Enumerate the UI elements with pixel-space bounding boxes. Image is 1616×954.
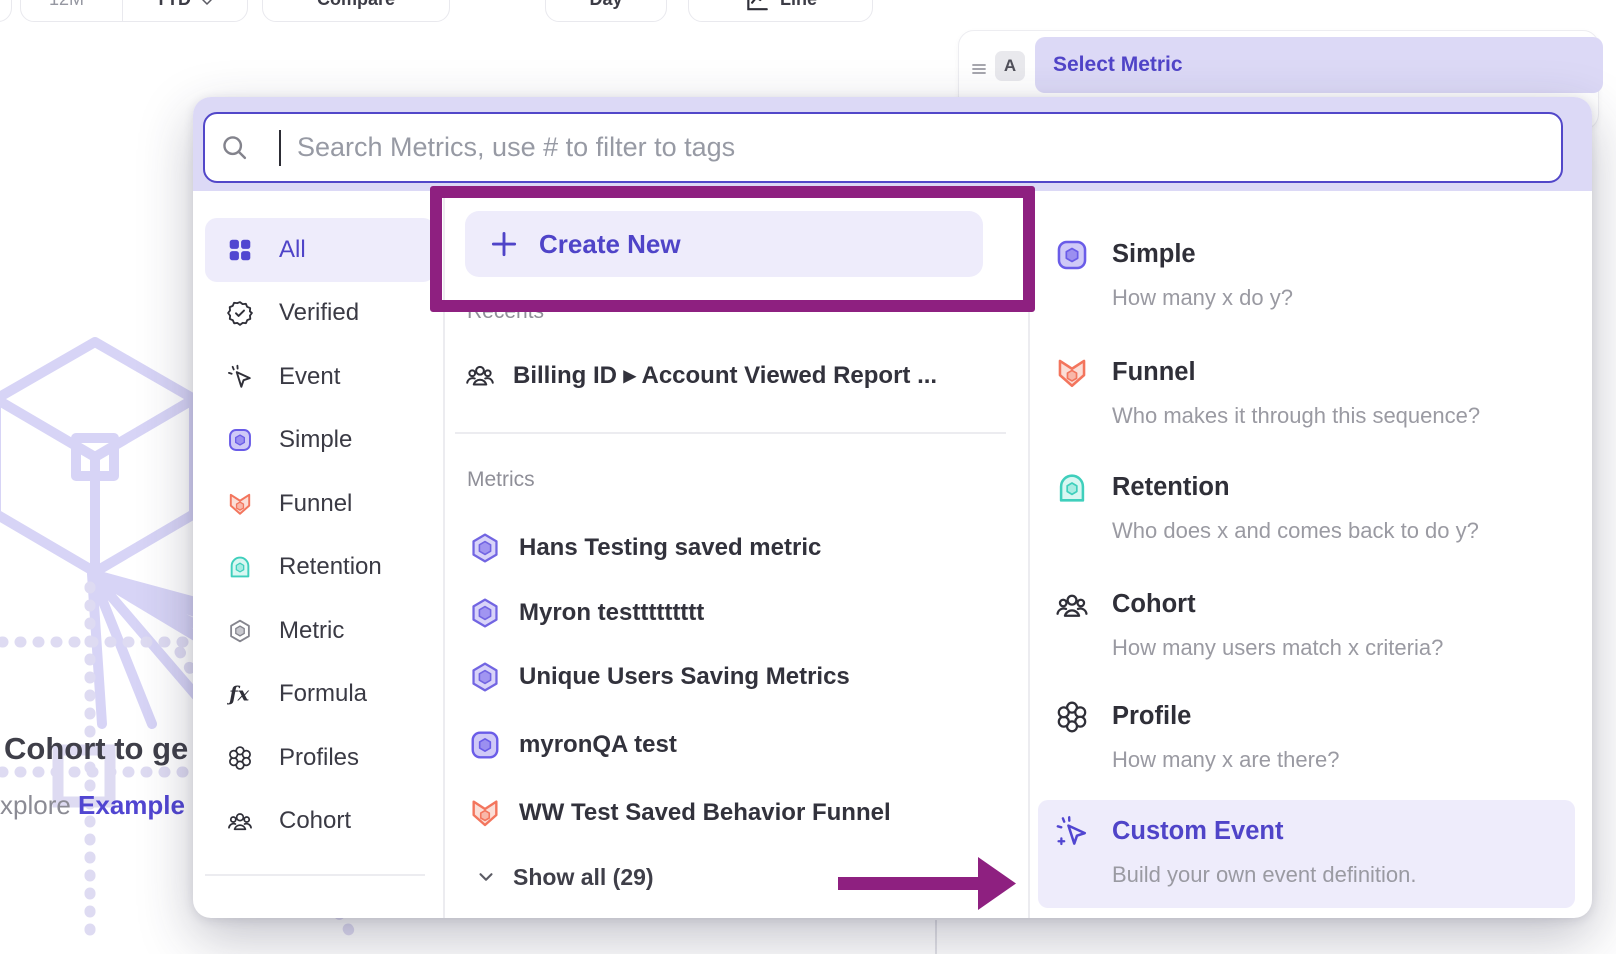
type-profile[interactable]: Profile bbox=[1112, 702, 1191, 731]
chevron-down-icon bbox=[199, 0, 215, 10]
sidebar-item-funnel[interactable]: Funnel bbox=[205, 472, 435, 536]
page-column-divider bbox=[935, 920, 937, 954]
page: Cohort to ge xplore Example R 12M YTD Co… bbox=[0, 0, 1616, 954]
metric-list-item[interactable]: Unique Users Saving Metrics bbox=[469, 657, 850, 697]
chart-type-label: Line bbox=[780, 0, 817, 10]
simple-icon bbox=[469, 729, 501, 761]
sidebar-item-label: Formula bbox=[279, 680, 367, 708]
type-funnel[interactable]: Funnel bbox=[1112, 358, 1196, 387]
series-letter-chip: A bbox=[995, 51, 1025, 81]
range-ytd-label: YTD bbox=[155, 0, 191, 10]
sidebar-item-label: Profiles bbox=[279, 744, 359, 772]
empty-state-explore-line: xplore Example R bbox=[0, 790, 193, 821]
sidebar-item-label: Verified bbox=[279, 299, 359, 327]
funnel-icon bbox=[469, 797, 501, 829]
type-simple-desc: How many x do y? bbox=[1112, 285, 1293, 311]
metric-item-label: WW Test Saved Behavior Funnel bbox=[519, 799, 891, 827]
type-profile-desc: How many x are there? bbox=[1112, 747, 1339, 773]
chart-type-line-button[interactable]: Line bbox=[688, 0, 873, 22]
recent-item-label: Billing ID ▸ Account Viewed Report ... bbox=[513, 361, 937, 390]
profiles-icon bbox=[227, 745, 253, 771]
type-retention-desc: Who does x and comes back to do y? bbox=[1112, 518, 1479, 544]
saved-metric-icon bbox=[469, 532, 501, 564]
sidebar-item-profiles[interactable]: Profiles bbox=[205, 726, 435, 790]
show-all-label: Show all (29) bbox=[513, 864, 654, 891]
metric-item-label: myronQA test bbox=[519, 731, 677, 759]
sidebar-item-all[interactable]: All bbox=[205, 218, 435, 282]
event-icon bbox=[227, 364, 253, 390]
sidebar-item-formula[interactable]: Formula bbox=[205, 663, 435, 727]
annotation-highlight-box bbox=[430, 186, 1035, 312]
sidebar-item-label: Retention bbox=[279, 553, 382, 581]
profiles-icon bbox=[1055, 700, 1089, 734]
funnel-icon bbox=[227, 491, 253, 517]
sidebar-item-label: Event bbox=[279, 363, 340, 391]
search-icon bbox=[220, 133, 249, 162]
type-simple[interactable]: Simple bbox=[1112, 240, 1196, 269]
toolbar-fragment-button[interactable] bbox=[0, 0, 12, 22]
search-input[interactable] bbox=[203, 112, 1563, 183]
explore-prefix-text: xplore bbox=[0, 790, 78, 820]
retention-icon bbox=[227, 554, 253, 580]
type-retention[interactable]: Retention bbox=[1112, 473, 1230, 502]
text-caret bbox=[279, 130, 281, 166]
simple-icon bbox=[227, 427, 253, 453]
type-custom-event[interactable]: Custom Event bbox=[1112, 817, 1283, 846]
sidebar-item-label: Metric bbox=[279, 617, 344, 645]
show-all-toggle[interactable]: Show all (29) bbox=[475, 859, 654, 895]
recent-metric-item[interactable]: Billing ID ▸ Account Viewed Report ... bbox=[465, 355, 937, 395]
sidebar-item-simple[interactable]: Simple bbox=[205, 409, 435, 473]
sidebar-item-retention[interactable]: Retention bbox=[205, 536, 435, 600]
sidebar-item-label: Funnel bbox=[279, 490, 352, 518]
metric-item-label: Myron testtttttttt bbox=[519, 599, 704, 627]
metrics-section-header: Metrics bbox=[467, 468, 535, 492]
cohort-icon bbox=[465, 360, 495, 390]
select-metric-chip[interactable]: Select Metric bbox=[1035, 37, 1603, 93]
recents-divider bbox=[455, 432, 1006, 434]
metric-item-label: Unique Users Saving Metrics bbox=[519, 663, 850, 691]
cohort-icon bbox=[1055, 588, 1089, 622]
sidebar-item-verified[interactable]: Verified bbox=[205, 282, 435, 346]
cohort-icon bbox=[227, 808, 253, 834]
type-cohort[interactable]: Cohort bbox=[1112, 590, 1196, 619]
type-custom-event-desc: Build your own event definition. bbox=[1112, 862, 1417, 888]
drag-handle-icon[interactable] bbox=[967, 57, 991, 81]
range-ytd-button[interactable]: YTD bbox=[122, 0, 247, 21]
annotation-arrow bbox=[838, 855, 1018, 913]
metric-list-item[interactable]: Hans Testing saved metric bbox=[469, 528, 821, 568]
sidebar-item-clipped[interactable] bbox=[205, 900, 435, 918]
type-cohort-desc: How many users match x criteria? bbox=[1112, 635, 1443, 661]
sidebar-item-label: All bbox=[279, 236, 306, 264]
simple-icon bbox=[1055, 238, 1089, 272]
saved-metric-icon bbox=[469, 661, 501, 693]
line-chart-icon bbox=[744, 0, 770, 13]
sidebar-bottom-divider bbox=[205, 874, 425, 876]
date-range-segmented-control: 12M YTD bbox=[20, 0, 248, 22]
custom-event-icon bbox=[1055, 815, 1089, 849]
sidebar-item-label: Simple bbox=[279, 426, 352, 454]
grid-icon bbox=[227, 237, 253, 263]
retention-icon bbox=[1055, 471, 1089, 505]
funnel-icon bbox=[1055, 356, 1089, 390]
granularity-day-button[interactable]: Day bbox=[545, 0, 667, 22]
metric-list-item[interactable]: myronQA test bbox=[469, 725, 677, 765]
example-reports-link[interactable]: Example R bbox=[78, 790, 193, 820]
metric-item-label: Hans Testing saved metric bbox=[519, 534, 821, 562]
compare-button[interactable]: Compare bbox=[262, 0, 450, 22]
sidebar-item-cohort[interactable]: Cohort bbox=[205, 790, 435, 854]
range-12m-button[interactable]: 12M bbox=[21, 0, 112, 21]
metric-icon bbox=[227, 618, 253, 644]
saved-metric-icon bbox=[469, 597, 501, 629]
verified-icon bbox=[227, 300, 253, 326]
formula-icon bbox=[227, 681, 253, 707]
sidebar-item-event[interactable]: Event bbox=[205, 345, 435, 409]
empty-state-headline-fragment: Cohort to ge bbox=[4, 731, 194, 767]
sidebar-item-metric[interactable]: Metric bbox=[205, 599, 435, 663]
metric-list-item[interactable]: WW Test Saved Behavior Funnel bbox=[469, 793, 891, 833]
metric-list-item[interactable]: Myron testtttttttt bbox=[469, 593, 704, 633]
chevron-down-icon bbox=[475, 866, 497, 888]
sidebar-item-label: Cohort bbox=[279, 807, 351, 835]
type-funnel-desc: Who makes it through this sequence? bbox=[1112, 403, 1480, 429]
